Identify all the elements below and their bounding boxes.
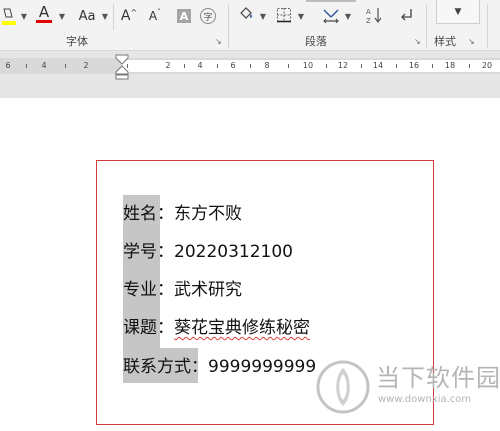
watermark: 当下软件园 www.downxia.com [316,360,500,416]
enclose-characters-button[interactable]: 字 [199,6,217,26]
ruler-tick [432,64,433,68]
horizontal-ruler[interactable]: 6 4 2 2 4 6 8 10 12 14 16 18 20 [0,58,500,74]
font-color-dropdown[interactable]: ▼ [56,6,66,26]
paragraph-shading-button[interactable] [236,5,256,25]
ruler-label: 14 [372,61,384,70]
paragraph-shading-dropdown[interactable]: ▼ [257,6,267,26]
grow-font-icon: ^ [130,8,138,17]
contact-value: 9999999999 [208,357,317,377]
ruler-label: 6 [5,61,11,70]
major-label: 专业： [123,280,174,300]
ruler-label: 10 [302,61,314,70]
ruler-label: 6 [230,61,236,70]
show-formatting-button[interactable] [396,5,416,25]
font-color-bar [36,20,52,23]
ribbon-separator [113,4,114,30]
ruler-label: 20 [481,61,493,70]
ruler-label: 2 [165,61,171,70]
svg-text:Z: Z [366,17,371,24]
ruler-tick [326,64,327,68]
grow-font-button[interactable]: A ^ [119,6,139,26]
asian-layout-dropdown[interactable]: ▼ [342,6,352,26]
ribbon-top-edge [306,0,356,2]
ruler-tick [65,64,66,68]
sort-button[interactable]: A Z [364,5,384,25]
name-value: 东方不败 [174,204,242,224]
styles-gallery-more-button[interactable]: ▼ [436,0,480,24]
character-shading-label: A [177,9,191,23]
indent-marker-icon[interactable] [115,54,129,80]
ruler-tick [250,64,251,68]
document-line-topic[interactable]: 课题： 葵花宝典修练秘密 [123,317,310,339]
ribbon-group-separator [487,4,488,48]
student-id-label: 学号： [123,242,174,262]
return-arrow-icon [401,9,412,21]
shrink-font-icon: ˇ [157,8,162,17]
document-line-contact[interactable]: 联系方式： 9999999999 [123,356,316,378]
font-group-label: 字体 [66,35,88,48]
change-case-label: Aa [78,8,96,24]
contact-label: 联系方式： [123,357,208,377]
ruler-tick [361,64,362,68]
font-color-button[interactable]: A [34,4,54,24]
student-id-value: 20220312100 [174,242,293,262]
ruler-label: 2 [83,61,89,70]
sort-az-icon: A Z [366,8,382,24]
borders-button[interactable] [274,5,294,25]
topic-value: 葵花宝典修练秘密 [174,318,310,338]
change-case-button[interactable]: Aa [74,6,100,26]
document-line-student-id[interactable]: 学号： 20220312100 [123,241,293,263]
shrink-font-button[interactable]: A ˇ [145,6,165,26]
svg-text:A: A [366,8,371,16]
document-line-major[interactable]: 专业： 武术研究 [123,279,242,301]
character-shading-button[interactable]: A [175,6,193,26]
paragraph-group-label: 段落 [305,35,327,48]
ruler-label: 18 [444,61,456,70]
ruler-tick [26,64,27,68]
asian-layout-button[interactable] [320,5,342,25]
ruler-tick [396,64,397,68]
chevron-down-icon: ▼ [454,6,462,17]
document-line-name[interactable]: 姓名： 东方不败 [123,203,242,225]
ruler-label: 4 [41,61,47,70]
ruler-tick [288,64,289,68]
styles-group-label: 样式 [434,35,456,48]
asian-layout-icon [323,9,339,23]
name-label: 姓名： [123,204,174,224]
topic-label: 课题： [123,318,174,338]
enclose-characters-label: 字 [200,8,216,24]
font-color-letter: A [38,3,50,21]
borders-icon [277,8,291,23]
downxia-logo-icon [316,360,370,414]
highlighter-icon [2,8,16,25]
watermark-url: www.downxia.com [378,394,472,405]
shrink-font-label: A [148,9,158,23]
ruler-label: 8 [264,61,270,70]
ruler-label: 4 [197,61,203,70]
paragraph-dialog-launcher[interactable]: ↘ [414,38,422,46]
text-highlight-dropdown[interactable]: ▼ [18,6,28,26]
styles-dialog-launcher[interactable]: ↘ [468,38,476,46]
watermark-name: 当下软件园 [376,364,500,392]
ruler-label: 16 [408,61,420,70]
borders-dropdown[interactable]: ▼ [295,6,305,26]
font-dialog-launcher[interactable]: ↘ [215,38,223,46]
ribbon: ▼ A ▼ Aa ▼ A ^ A ˇ A 字 字体 ↘ ▼ ▼ ▼ A Z 段落… [0,0,500,51]
ruler-tick [469,64,470,68]
ruler-tick [184,64,185,68]
ribbon-group-separator [426,4,427,48]
text-highlight-button[interactable] [0,6,18,26]
paint-bucket-icon [240,7,252,19]
grow-font-label: A [120,8,131,24]
ribbon-group-separator [228,4,229,48]
ruler-label: 12 [337,61,349,70]
major-value: 武术研究 [174,280,242,300]
ruler-tick [217,64,218,68]
change-case-dropdown[interactable]: ▼ [99,6,109,26]
